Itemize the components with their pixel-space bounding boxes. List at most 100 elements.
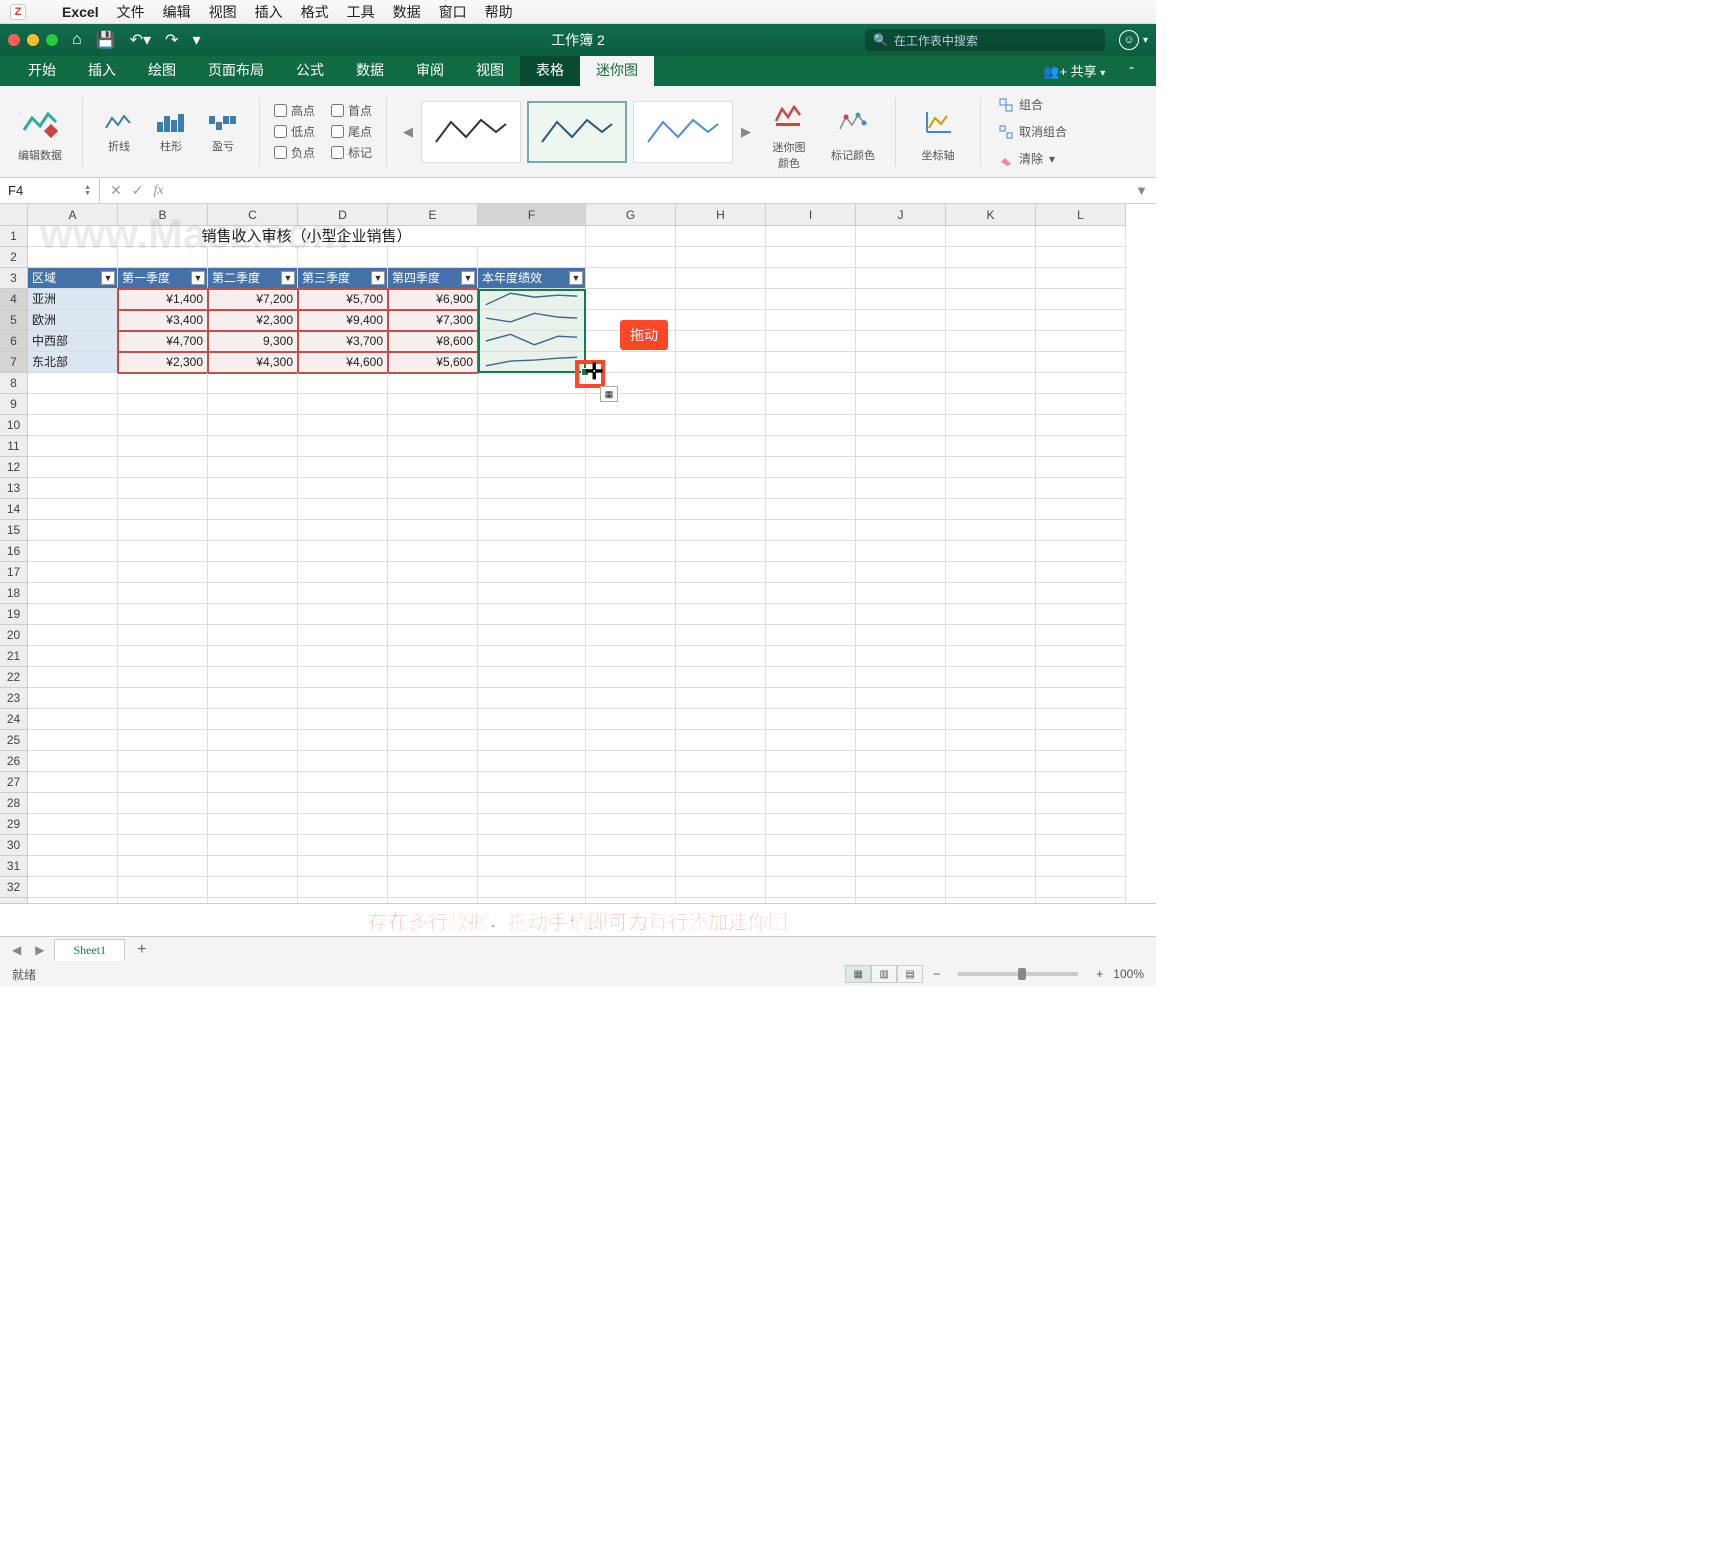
- row-header-33[interactable]: 33: [0, 898, 28, 904]
- marker-color-button[interactable]: 标记颜色: [825, 101, 881, 163]
- style-1[interactable]: [421, 101, 521, 163]
- col-header-J[interactable]: J: [856, 204, 946, 226]
- region-cell[interactable]: 中西部: [28, 331, 118, 352]
- menu-insert[interactable]: 插入: [255, 2, 283, 22]
- row-header-20[interactable]: 20: [0, 625, 28, 646]
- row-header-26[interactable]: 26: [0, 751, 28, 772]
- table-header[interactable]: 第四季度▼: [388, 268, 478, 289]
- menu-view[interactable]: 视图: [209, 2, 237, 22]
- filter-icon[interactable]: ▼: [281, 271, 295, 285]
- row-header-27[interactable]: 27: [0, 772, 28, 793]
- col-header-A[interactable]: A: [28, 204, 118, 226]
- row-header-9[interactable]: 9: [0, 394, 28, 415]
- row-header-5[interactable]: 5: [0, 310, 28, 331]
- view-normal-icon[interactable]: ▦: [845, 965, 871, 983]
- edit-data-button[interactable]: 编辑数据: [12, 101, 68, 163]
- table-header[interactable]: 第三季度▼: [298, 268, 388, 289]
- row-header-6[interactable]: 6: [0, 331, 28, 352]
- row-header-25[interactable]: 25: [0, 730, 28, 751]
- menu-tools[interactable]: 工具: [347, 2, 375, 22]
- sparkline-winloss-button[interactable]: 盈亏: [201, 110, 245, 154]
- col-header-F[interactable]: F: [478, 204, 586, 226]
- tab-sparkline[interactable]: 迷你图: [580, 54, 654, 86]
- undo-icon[interactable]: ↶▾: [130, 30, 151, 50]
- zoom-in-button[interactable]: +: [1096, 967, 1103, 981]
- col-header-H[interactable]: H: [676, 204, 766, 226]
- chk-low[interactable]: 低点: [274, 123, 315, 140]
- sparkline-color-button[interactable]: 迷你图 颜色: [761, 93, 817, 171]
- app-name[interactable]: Excel: [62, 4, 99, 20]
- row-header-32[interactable]: 32: [0, 877, 28, 898]
- chk-last[interactable]: 尾点: [331, 123, 372, 140]
- row-header-4[interactable]: 4: [0, 289, 28, 310]
- data-cell[interactable]: ¥4,300: [208, 352, 298, 373]
- col-header-G[interactable]: G: [586, 204, 676, 226]
- data-cell[interactable]: ¥7,300: [388, 310, 478, 331]
- data-cell[interactable]: ¥4,600: [298, 352, 388, 373]
- style-3[interactable]: [633, 101, 733, 163]
- view-page-icon[interactable]: ▥: [871, 965, 897, 983]
- sparkline-column-button[interactable]: 柱形: [149, 110, 193, 154]
- sparkline-cell[interactable]: [478, 331, 586, 352]
- home-icon[interactable]: ⌂: [72, 31, 82, 49]
- tab-layout[interactable]: 页面布局: [192, 54, 280, 86]
- row-header-7[interactable]: 7: [0, 352, 28, 373]
- row-header-12[interactable]: 12: [0, 457, 28, 478]
- zoom-button[interactable]: [46, 34, 58, 46]
- zoom-slider[interactable]: [958, 972, 1078, 976]
- row-header-14[interactable]: 14: [0, 499, 28, 520]
- ungroup-button[interactable]: 取消组合: [995, 121, 1071, 142]
- col-header-B[interactable]: B: [118, 204, 208, 226]
- search-input[interactable]: 🔍 在工作表中搜索: [865, 29, 1105, 51]
- data-cell[interactable]: ¥2,300: [208, 310, 298, 331]
- data-cell[interactable]: ¥3,700: [298, 331, 388, 352]
- toolbar-overflow-icon[interactable]: ▾: [192, 30, 200, 50]
- row-header-31[interactable]: 31: [0, 856, 28, 877]
- add-sheet-button[interactable]: +: [131, 941, 152, 959]
- autofill-options-icon[interactable]: ▦: [600, 386, 618, 402]
- zoom-level[interactable]: 100%: [1113, 967, 1144, 981]
- data-cell[interactable]: ¥4,700: [118, 331, 208, 352]
- table-header[interactable]: 区域▼: [28, 268, 118, 289]
- tab-insert[interactable]: 插入: [72, 54, 132, 86]
- col-header-I[interactable]: I: [766, 204, 856, 226]
- filter-icon[interactable]: ▼: [461, 271, 475, 285]
- style-2[interactable]: [527, 101, 627, 163]
- data-cell[interactable]: ¥5,600: [388, 352, 478, 373]
- user-dropdown-icon[interactable]: ▾: [1143, 35, 1148, 46]
- tab-draw[interactable]: 绘图: [132, 54, 192, 86]
- menu-data[interactable]: 数据: [393, 2, 421, 22]
- table-header[interactable]: 本年度绩效▼: [478, 268, 586, 289]
- table-header[interactable]: 第二季度▼: [208, 268, 298, 289]
- filter-icon[interactable]: ▼: [371, 271, 385, 285]
- row-header-2[interactable]: 2: [0, 247, 28, 268]
- row-header-3[interactable]: 3: [0, 268, 28, 289]
- data-cell[interactable]: ¥3,400: [118, 310, 208, 331]
- close-button[interactable]: [8, 34, 20, 46]
- spreadsheet-grid[interactable]: ABCDEFGHIJKL 123456789101112131415161718…: [0, 204, 1156, 904]
- row-header-1[interactable]: 1: [0, 226, 28, 247]
- row-header-11[interactable]: 11: [0, 436, 28, 457]
- tab-formulas[interactable]: 公式: [280, 54, 340, 86]
- data-cell[interactable]: ¥2,300: [118, 352, 208, 373]
- chk-first[interactable]: 首点: [331, 102, 372, 119]
- group-button[interactable]: 组合: [995, 94, 1071, 115]
- row-header-15[interactable]: 15: [0, 520, 28, 541]
- sparkline-line-button[interactable]: 折线: [97, 110, 141, 154]
- redo-icon[interactable]: ↷: [165, 30, 178, 50]
- ribbon-collapse-icon[interactable]: ˆ: [1119, 58, 1144, 86]
- menu-help[interactable]: 帮助: [485, 2, 513, 22]
- menu-window[interactable]: 窗口: [439, 2, 467, 22]
- col-header-E[interactable]: E: [388, 204, 478, 226]
- col-header-L[interactable]: L: [1036, 204, 1126, 226]
- chk-neg[interactable]: 负点: [274, 144, 315, 161]
- region-cell[interactable]: 欧洲: [28, 310, 118, 331]
- save-icon[interactable]: 💾: [96, 30, 116, 50]
- chk-high[interactable]: 高点: [274, 102, 315, 119]
- data-cell[interactable]: ¥8,600: [388, 331, 478, 352]
- row-header-10[interactable]: 10: [0, 415, 28, 436]
- row-header-19[interactable]: 19: [0, 604, 28, 625]
- tab-data[interactable]: 数据: [340, 54, 400, 86]
- sparkline-cell[interactable]: [478, 310, 586, 331]
- filter-icon[interactable]: ▼: [569, 271, 583, 285]
